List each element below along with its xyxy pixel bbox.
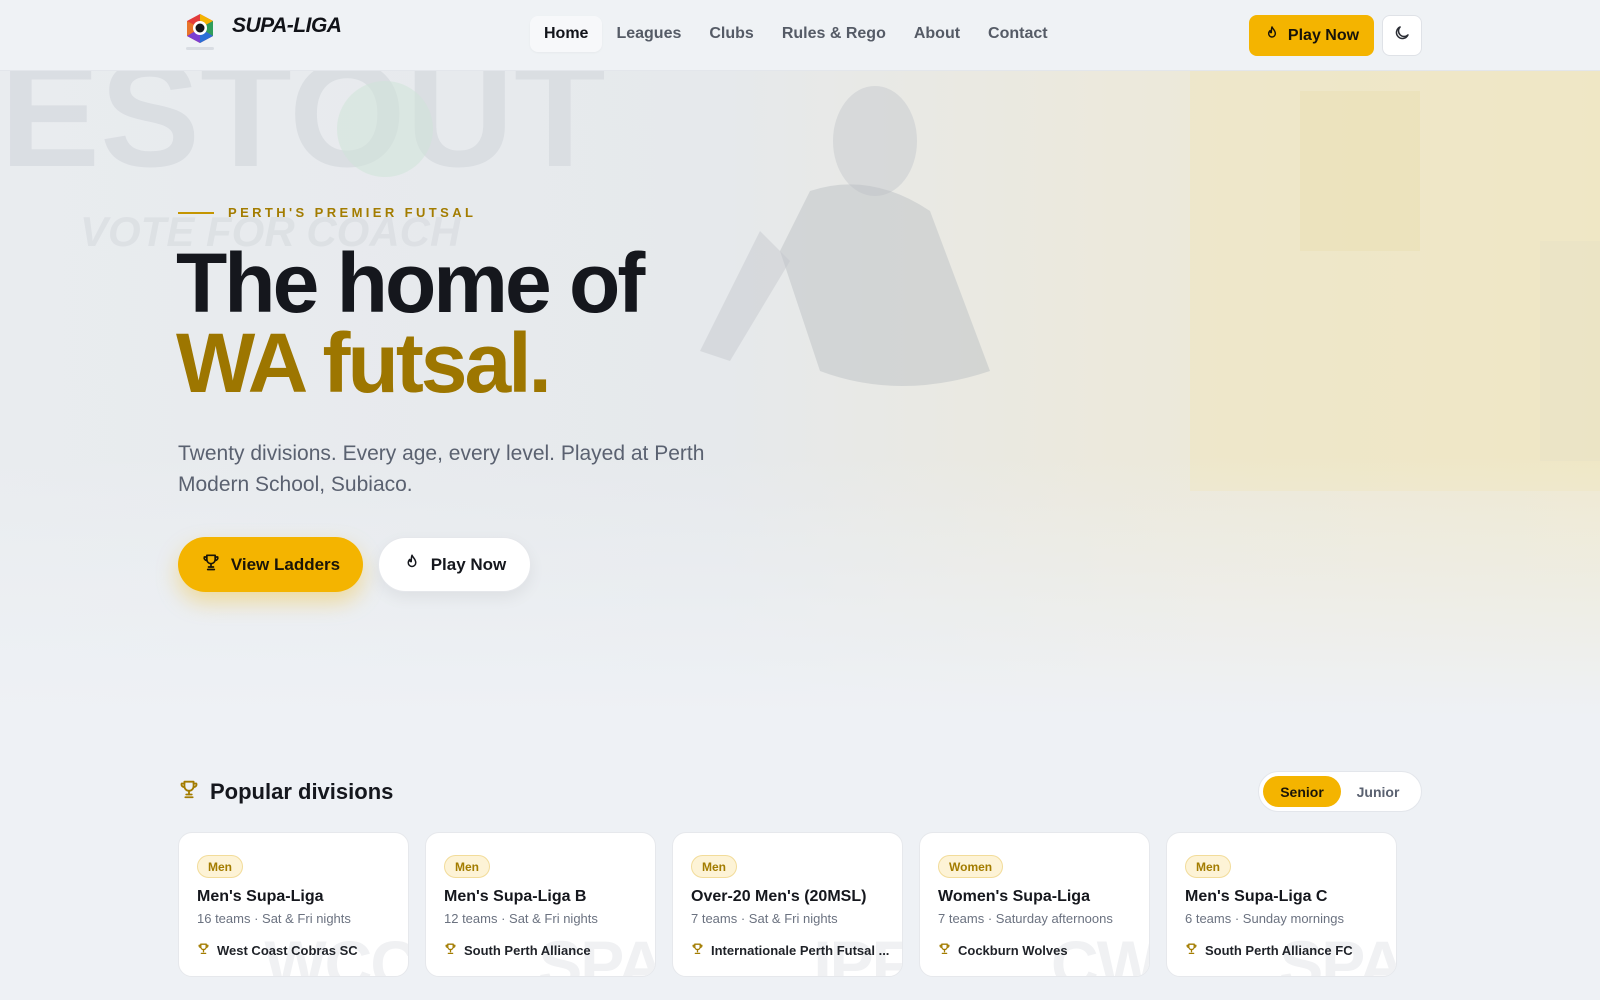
nav-item-contact[interactable]: Contact <box>974 16 1062 52</box>
category-badge: Men <box>197 855 243 878</box>
theme-toggle-button[interactable] <box>1382 15 1422 56</box>
leader-name: South Perth Alliance <box>464 942 591 958</box>
popular-divisions-section: Popular divisions Senior Junior WCC Men … <box>0 716 1600 1000</box>
division-meta: 7 teams · Sat & Fri nights <box>691 911 838 926</box>
hero-section: ESTOUT VOTE FOR COACH PERTH'S PREMIER FU… <box>0 71 1600 716</box>
hero-play-now-label: Play Now <box>430 554 507 574</box>
division-name: Men's Supa-Liga <box>197 888 324 905</box>
category-badge: Men <box>691 855 737 878</box>
hero-title-line-1: The home of <box>176 236 645 330</box>
toggle-senior[interactable]: Senior <box>1263 776 1341 807</box>
nav-item-about[interactable]: About <box>900 16 974 52</box>
trophy-icon <box>197 942 210 958</box>
category-badge: Women <box>938 855 1004 878</box>
hero-title-line-2: WA futsal. <box>176 316 552 410</box>
section-title: Popular divisions <box>210 778 394 804</box>
senior-junior-toggle: Senior Junior <box>1258 771 1422 812</box>
division-card[interactable]: IPF Men Over-20 Men's (20MSL) 7 teams · … <box>672 832 903 977</box>
brand-logo[interactable]: SUPA-LIGA <box>178 10 342 54</box>
division-card[interactable]: CW Women Women's Supa-Liga 7 teams · Sat… <box>919 832 1150 977</box>
nav-item-home[interactable]: Home <box>530 16 603 52</box>
eyebrow-text: PERTH'S PREMIER FUTSAL <box>228 205 477 220</box>
nav-item-leagues[interactable]: Leagues <box>602 16 695 52</box>
hero-title: The home of WA futsal. <box>176 236 645 410</box>
popular-divisions-header: Popular divisions <box>178 778 393 805</box>
division-meta: 16 teams · Sat & Fri nights <box>197 911 351 926</box>
division-leader: Internationale Perth Futsal ... <box>691 942 891 958</box>
top-navigation-bar: SUPA-LIGA Home Leagues Clubs Rules & Reg… <box>0 0 1600 71</box>
division-leader: Cockburn Wolves <box>938 942 1138 958</box>
nav-item-rules-rego[interactable]: Rules & Rego <box>768 16 900 52</box>
division-card[interactable]: SPA Men Men's Supa-Liga C 6 teams · Sund… <box>1166 832 1397 977</box>
view-ladders-label: View Ladders <box>230 554 341 574</box>
logo-icon <box>178 10 222 54</box>
eyebrow-divider <box>178 211 214 214</box>
trophy-icon <box>444 942 457 958</box>
division-leader: South Perth Alliance <box>444 942 644 958</box>
division-name: Men's Supa-Liga B <box>444 888 587 905</box>
division-meta: 6 teams · Sunday mornings <box>1185 911 1344 926</box>
category-badge: Men <box>1185 855 1231 878</box>
division-leader: West Coast Cobras SC <box>197 942 397 958</box>
view-ladders-button[interactable]: View Ladders <box>178 537 363 592</box>
division-card[interactable]: WCC Men Men's Supa-Liga 16 teams · Sat &… <box>178 832 409 977</box>
leader-name: Internationale Perth Futsal ... <box>711 942 890 958</box>
division-name: Over-20 Men's (20MSL) <box>691 888 867 905</box>
trophy-icon <box>178 778 200 805</box>
nav-play-now-label: Play Now <box>1287 26 1360 44</box>
category-badge: Men <box>444 855 490 878</box>
division-name: Women's Supa-Liga <box>938 888 1090 905</box>
flame-icon <box>1264 25 1280 46</box>
division-card[interactable]: SPA Men Men's Supa-Liga B 12 teams · Sat… <box>425 832 656 977</box>
hero-background-lettering: ESTOUT <box>0 71 606 198</box>
leader-name: South Perth Alliance FC <box>1205 942 1353 958</box>
toggle-junior[interactable]: Junior <box>1341 776 1415 807</box>
leader-name: West Coast Cobras SC <box>217 942 358 958</box>
division-cards: WCC Men Men's Supa-Liga 16 teams · Sat &… <box>178 832 1397 977</box>
flame-icon <box>403 553 421 576</box>
hero-eyebrow: PERTH'S PREMIER FUTSAL <box>178 205 476 220</box>
hero-subtitle: Twenty divisions. Every age, every level… <box>178 442 705 496</box>
brand-name: SUPA-LIGA <box>232 14 342 37</box>
nav-item-clubs[interactable]: Clubs <box>695 16 767 52</box>
division-meta: 7 teams · Saturday afternoons <box>938 911 1113 926</box>
trophy-icon <box>201 552 221 577</box>
nav-play-now-button[interactable]: Play Now <box>1249 15 1374 56</box>
trophy-icon <box>1185 942 1198 958</box>
division-leader: South Perth Alliance FC <box>1185 942 1385 958</box>
hero-play-now-button[interactable]: Play Now <box>378 537 531 592</box>
leader-name: Cockburn Wolves <box>958 942 1068 958</box>
trophy-icon <box>938 942 951 958</box>
moon-icon <box>1393 24 1411 47</box>
trophy-icon <box>691 942 704 958</box>
main-nav: Home Leagues Clubs Rules & Rego About Co… <box>530 16 1062 52</box>
division-name: Men's Supa-Liga C <box>1185 888 1328 905</box>
division-meta: 12 teams · Sat & Fri nights <box>444 911 598 926</box>
